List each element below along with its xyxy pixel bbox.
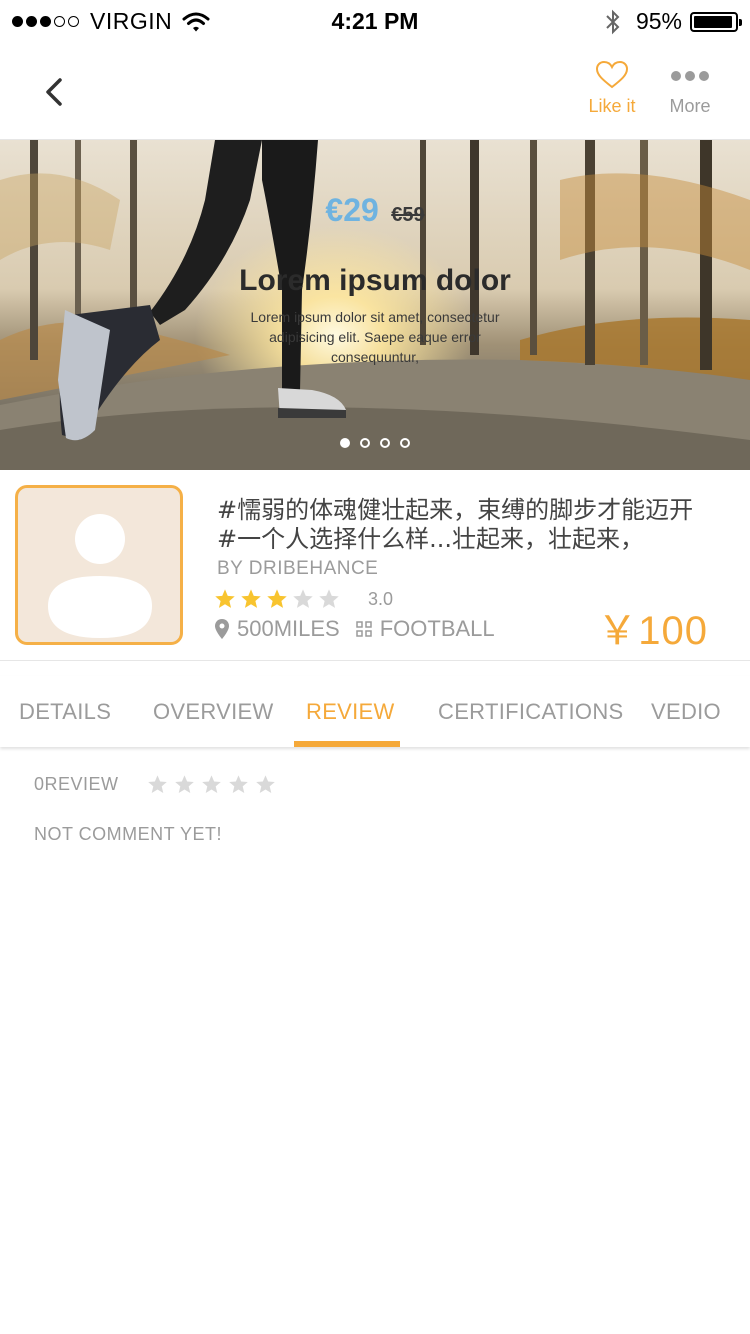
- tab-details[interactable]: DETAILS: [19, 699, 111, 725]
- carousel-indicators[interactable]: [0, 438, 750, 448]
- star-icon[interactable]: [201, 774, 222, 795]
- more-button[interactable]: More: [650, 60, 730, 117]
- product-title: #懦弱的体魂健壮起来，束缚的脚步才能迈开 #一个人选择什么样...壮起来，壮起来…: [217, 496, 737, 554]
- carousel-dot[interactable]: [380, 438, 390, 448]
- star-icon: [267, 589, 287, 608]
- tab-overview[interactable]: OVERVIEW: [153, 699, 274, 725]
- nav-bar: Like it More: [0, 42, 750, 140]
- back-button[interactable]: [40, 74, 70, 110]
- carousel-dot[interactable]: [340, 438, 350, 448]
- active-tab-indicator: [294, 741, 400, 747]
- price-original: €59: [391, 204, 425, 226]
- review-stars[interactable]: [147, 774, 282, 795]
- star-icon[interactable]: [228, 774, 249, 795]
- review-summary: 0REVIEW: [34, 774, 282, 795]
- star-icon[interactable]: [147, 774, 168, 795]
- status-bar: VIRGIN 4:21 PM 95%: [0, 0, 750, 42]
- star-icon[interactable]: [255, 774, 276, 795]
- product-rating: 3.0: [214, 588, 393, 610]
- carousel-dot[interactable]: [360, 438, 370, 448]
- star-icon: [319, 589, 339, 608]
- star-icon: [293, 589, 313, 608]
- star-icon: [241, 589, 261, 608]
- star-icon: [215, 589, 235, 608]
- product-category: FOOTBALL: [379, 616, 495, 641]
- carousel-dot[interactable]: [400, 438, 410, 448]
- like-label: Like it: [588, 96, 636, 116]
- product-price: ￥100: [597, 609, 708, 653]
- category-grid-icon: [355, 621, 372, 637]
- location-pin-icon: [215, 619, 229, 639]
- battery-percent: 95%: [635, 8, 682, 34]
- product-meta: 500MILES FOOTBALL: [215, 616, 495, 642]
- rating-stars: [214, 588, 344, 610]
- hero-price: €29 €59: [0, 192, 750, 229]
- tab-bar: DETAILS OVERVIEW REVIEW CERTIFICATIONS V…: [0, 676, 750, 747]
- hero-title: Lorem ipsum dolor: [239, 264, 511, 297]
- rating-value: 3.0: [368, 588, 394, 609]
- review-count-label: 0REVIEW: [34, 774, 119, 794]
- bluetooth-icon: [606, 9, 620, 34]
- tab-vedio[interactable]: VEDIO: [651, 699, 721, 725]
- hero-banner[interactable]: €29 €59 Lorem ipsum dolor Lorem ipsum do…: [0, 140, 750, 470]
- status-right: 95%: [604, 8, 742, 35]
- more-label: More: [669, 96, 711, 116]
- battery-fill: [694, 15, 732, 28]
- star-icon[interactable]: [174, 774, 195, 795]
- avatar[interactable]: [15, 485, 183, 645]
- empty-review-message: NOT COMMENT YET!: [34, 824, 223, 844]
- product-distance: 500MILES: [237, 616, 340, 641]
- price-current: €29: [325, 192, 379, 228]
- product-title-line: #懦弱的体魂健壮起来，束缚的脚步才能迈开: [217, 496, 694, 524]
- tab-certifications[interactable]: CERTIFICATIONS: [438, 699, 624, 725]
- battery-icon: [690, 11, 742, 32]
- user-placeholder-icon: [48, 514, 152, 638]
- hero-image: [0, 140, 750, 470]
- heart-icon: [595, 60, 629, 89]
- like-button[interactable]: Like it: [572, 60, 652, 117]
- hero-description: Lorem ipsum dolor sit amet, consectetur …: [250, 309, 500, 365]
- product-title-line: #一个人选择什么样...壮起来，壮起来，: [217, 525, 644, 553]
- product-info: #懦弱的体魂健壮起来，束缚的脚步才能迈开 #一个人选择什么样...壮起来，壮起来…: [0, 470, 750, 661]
- product-author: BY DRIBEHANCE: [217, 558, 379, 579]
- tab-review[interactable]: REVIEW: [306, 699, 395, 725]
- more-icon: [671, 71, 709, 81]
